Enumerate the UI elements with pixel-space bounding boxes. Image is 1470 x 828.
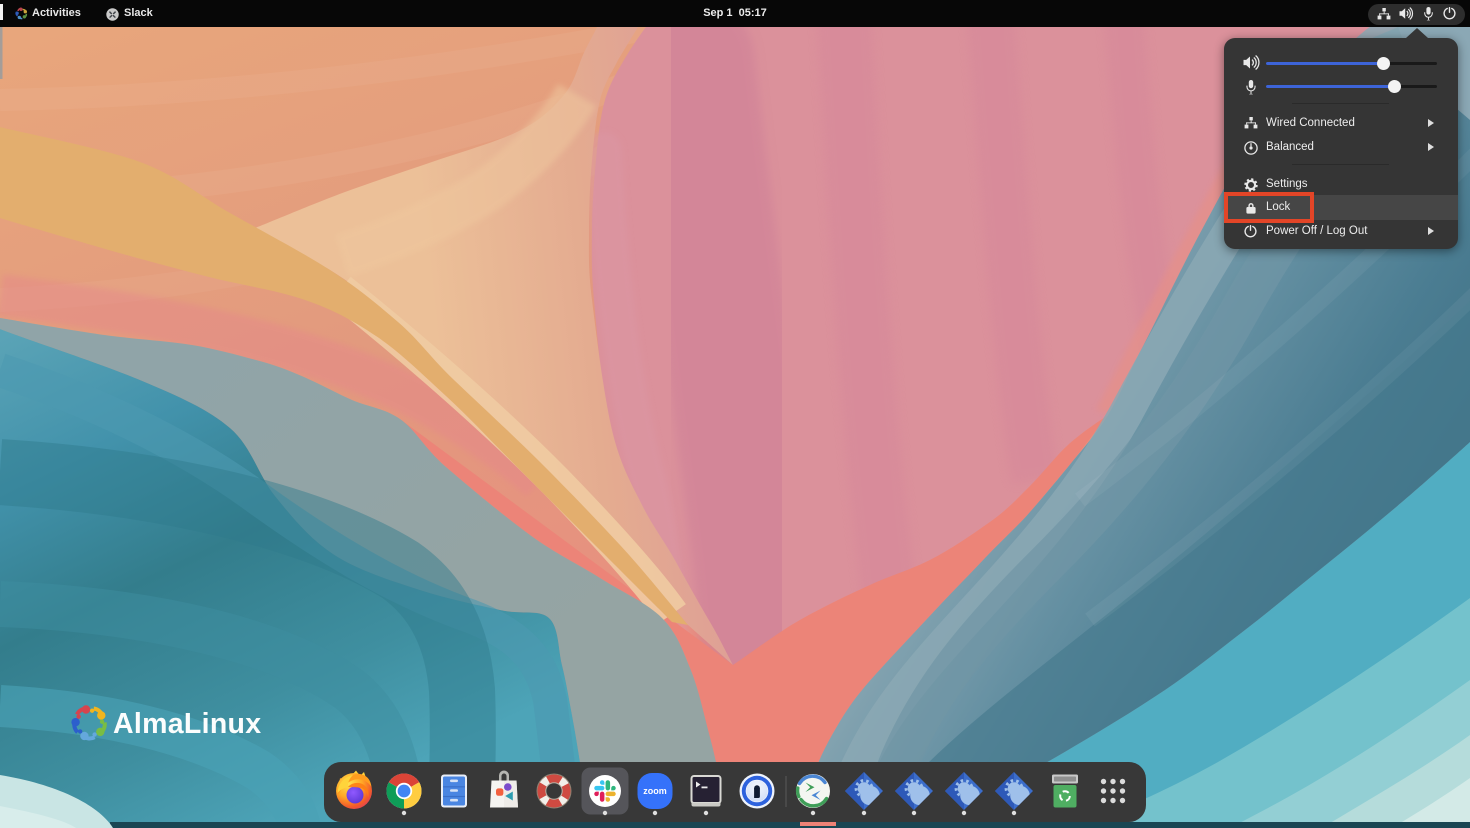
svg-text:zoom: zoom [643, 786, 667, 796]
svg-text:AlmaLinux: AlmaLinux [113, 708, 261, 740]
